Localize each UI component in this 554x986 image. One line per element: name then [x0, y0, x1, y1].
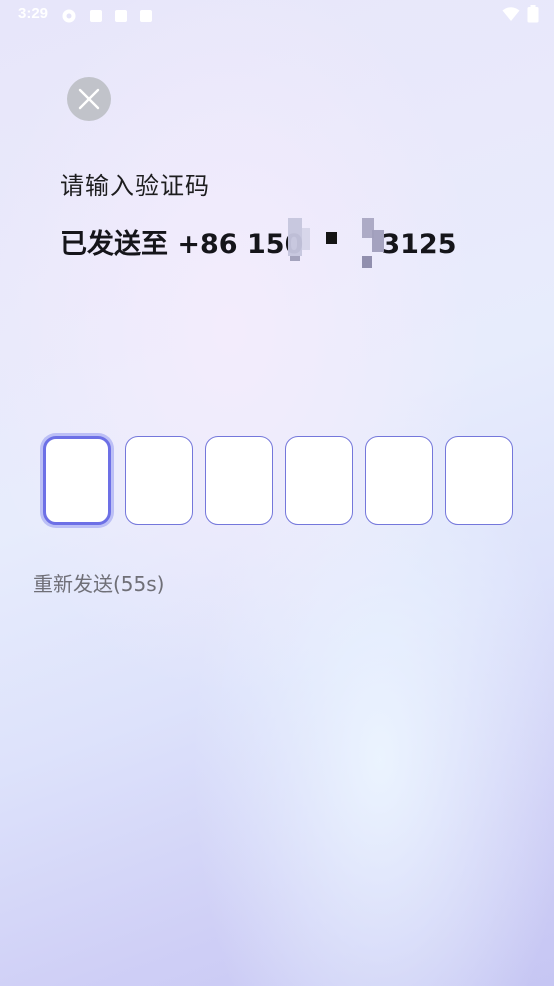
notification-icon — [139, 8, 153, 27]
sent-to-phone: 已发送至 +86 150 3125 — [60, 222, 457, 261]
close-icon — [78, 88, 100, 110]
app-notification-icon — [61, 8, 77, 28]
close-button[interactable] — [67, 77, 111, 121]
code-digit-box-1[interactable] — [43, 436, 111, 525]
notification-icon — [114, 8, 128, 27]
verification-code-input[interactable] — [40, 434, 520, 530]
code-digit-box-6[interactable] — [445, 436, 513, 525]
notification-icon — [89, 8, 103, 27]
code-digit-box-4[interactable] — [285, 436, 353, 525]
resend-countdown[interactable]: 重新发送(55s) — [33, 568, 164, 597]
code-digit-box-3[interactable] — [205, 436, 273, 525]
code-digit-box-5[interactable] — [365, 436, 433, 525]
status-bar: 3:29 — [0, 0, 554, 30]
phone-suffix: 3125 — [381, 229, 457, 260]
wifi-icon — [502, 6, 520, 26]
sent-to-prefix: 已发送至 +86 150 — [60, 229, 304, 260]
status-time: 3:29 — [18, 5, 49, 22]
code-digit-box-2[interactable] — [125, 436, 193, 525]
page-subtitle: 请输入验证码 — [60, 172, 210, 200]
battery-icon — [527, 5, 539, 27]
